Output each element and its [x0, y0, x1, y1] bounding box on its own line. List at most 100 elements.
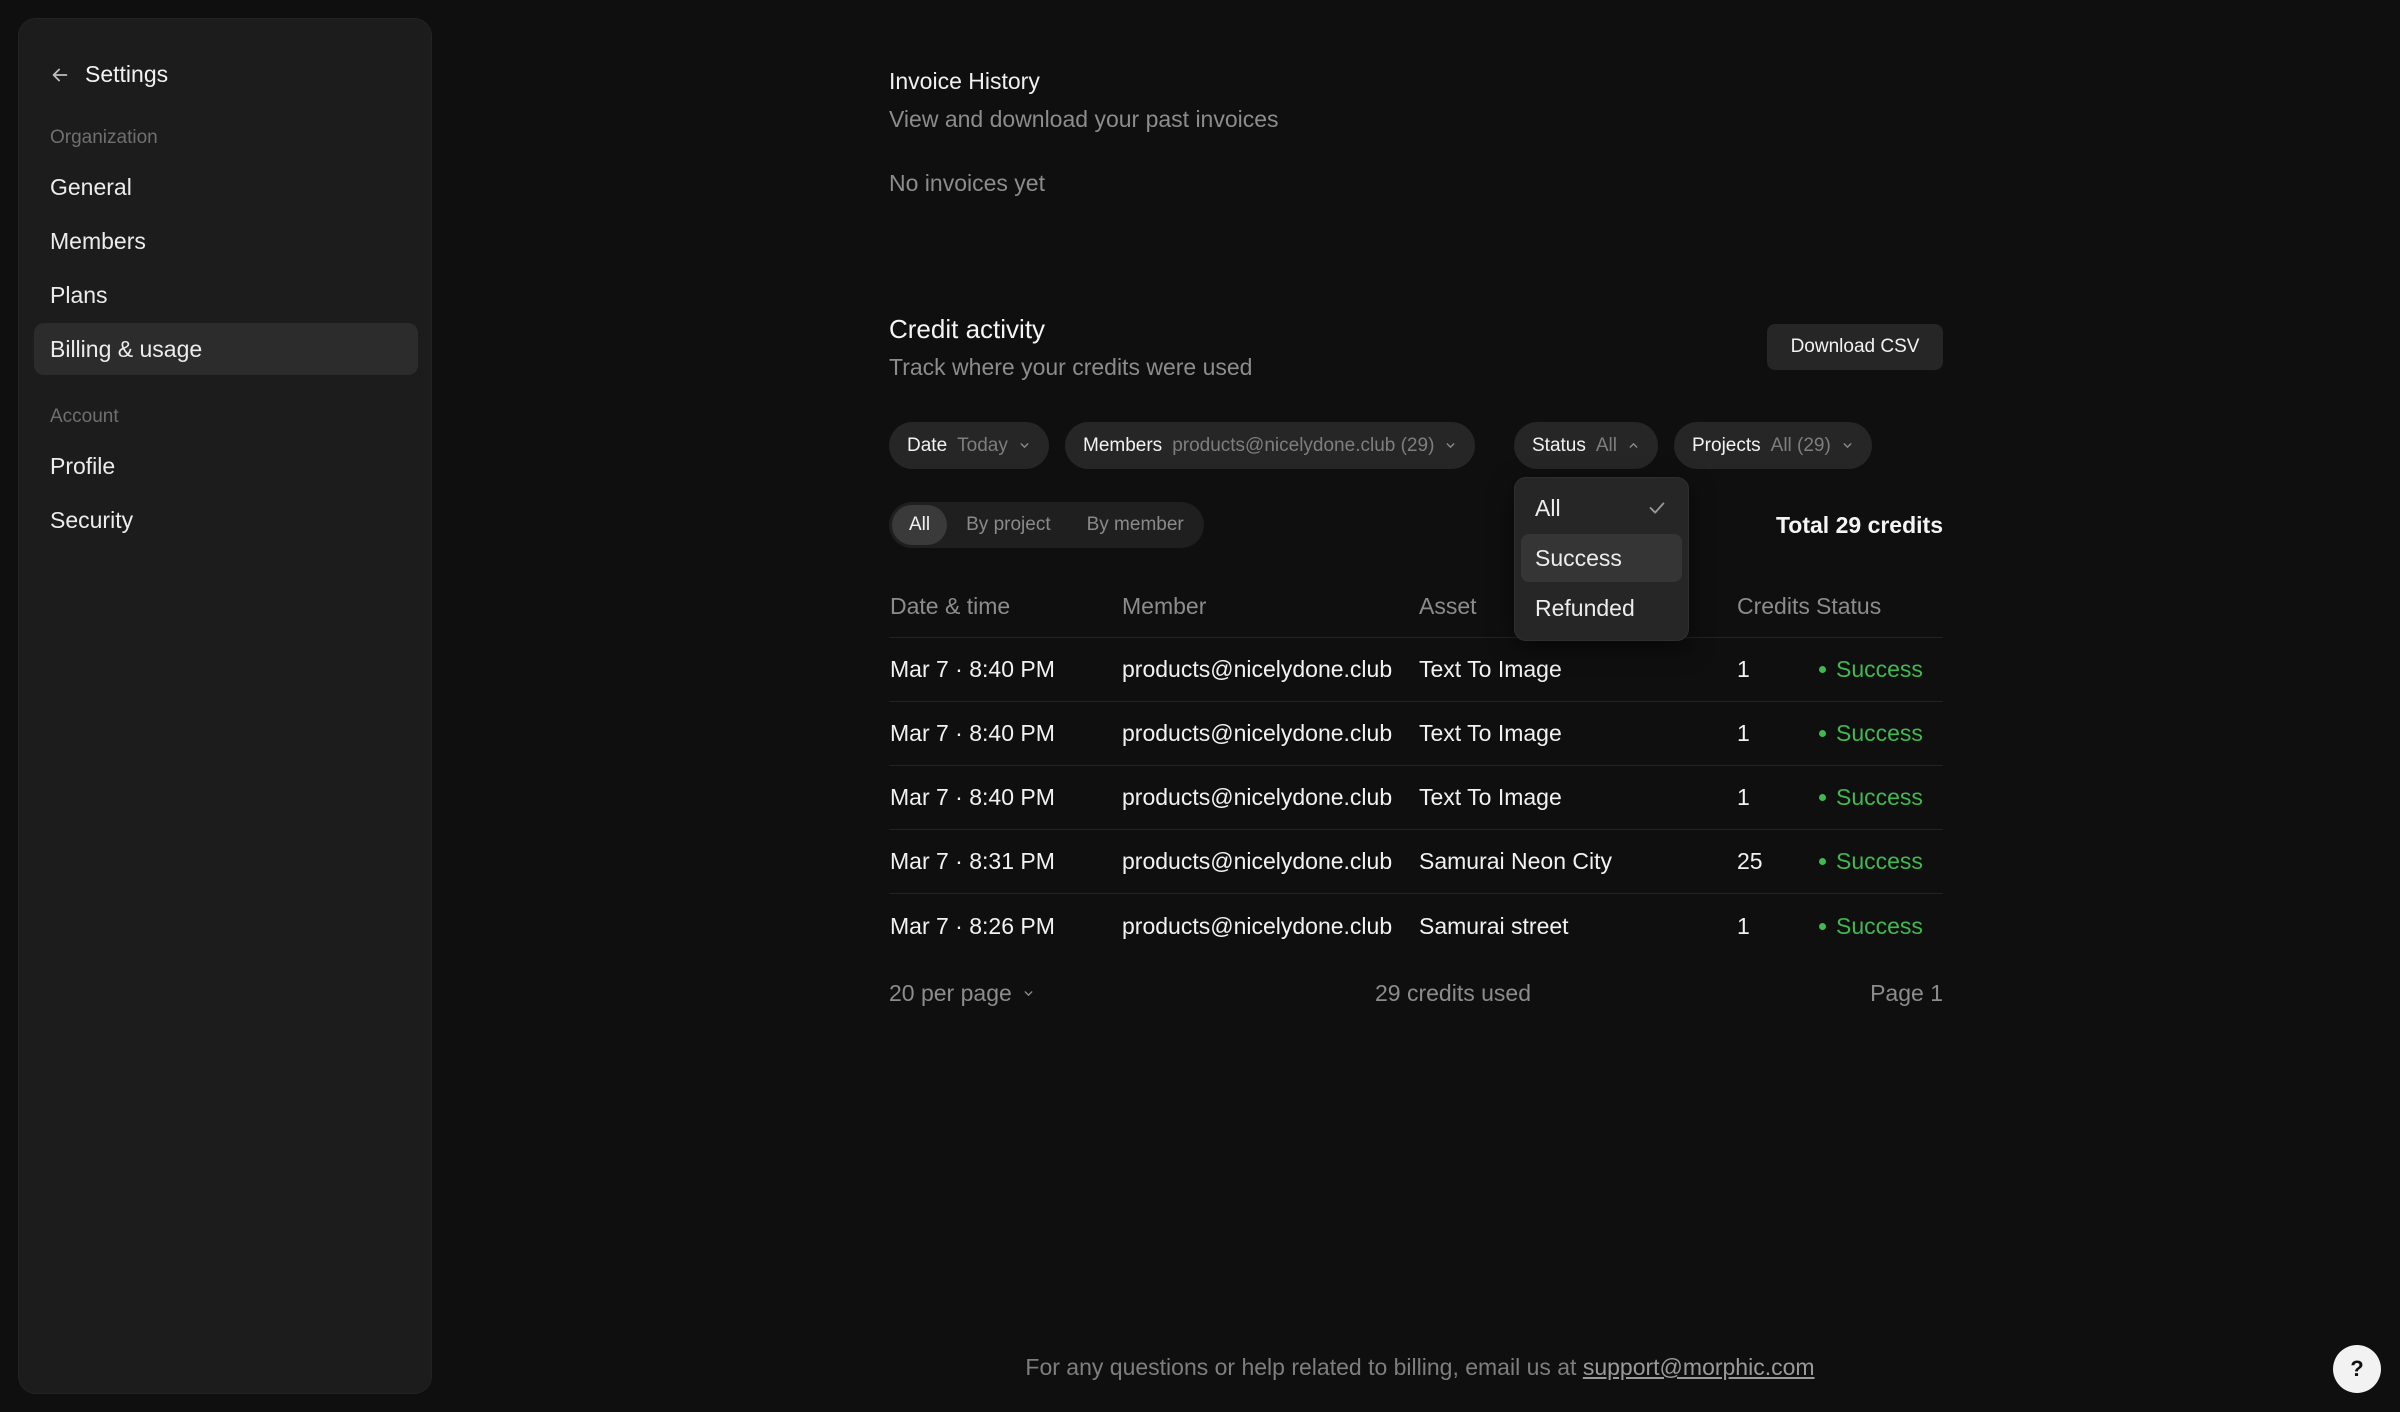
- column-header-status[interactable]: Status: [1816, 576, 1881, 637]
- filter-date-value: Today: [957, 434, 1008, 456]
- help-text-body: For any questions or help related to bil…: [1025, 1354, 1577, 1380]
- chevron-down-icon: [1024, 991, 1033, 997]
- cell-asset: Samurai Neon City: [1419, 848, 1613, 874]
- option-label: All: [1535, 494, 1561, 521]
- column-header-asset[interactable]: Asset: [1419, 576, 1477, 637]
- table-row[interactable]: Mar 7 · 8:40 PM products@nicelydone.club…: [889, 766, 1943, 830]
- chevron-down-icon: [1446, 443, 1455, 449]
- settings-sidebar: Settings Organization General Members Pl…: [18, 18, 432, 1394]
- sidebar-item-label: Billing & usage: [50, 335, 203, 362]
- cell-status: Success: [1819, 894, 1923, 958]
- status-dot-icon: [1819, 858, 1826, 865]
- invoice-history-title: Invoice History: [889, 68, 1040, 94]
- tab-all[interactable]: All: [892, 505, 948, 545]
- page-indicator: Page 1: [1870, 980, 1943, 1006]
- status-text: Success: [1836, 848, 1923, 874]
- filter-members-value: products@nicelydone.club (29): [1172, 434, 1435, 456]
- filter-members[interactable]: Members products@nicelydone.club (29): [1065, 422, 1476, 469]
- sidebar-item-label: Security: [50, 506, 134, 533]
- cell-date: Mar 7 · 8:40 PM: [890, 784, 1055, 810]
- filter-date[interactable]: Date Today: [889, 422, 1049, 469]
- filter-projects-value: All (29): [1770, 434, 1831, 456]
- cell-credits: 25: [1737, 848, 1763, 874]
- cell-status: Success: [1819, 702, 1923, 765]
- column-header-date[interactable]: Date & time: [890, 576, 1010, 637]
- cell-date: Mar 7 · 8:26 PM: [890, 912, 1055, 939]
- download-csv-button[interactable]: Download CSV: [1767, 324, 1943, 370]
- sidebar-title: Settings: [85, 61, 169, 87]
- table-row[interactable]: Mar 7 · 8:40 PM products@nicelydone.club…: [889, 702, 1943, 766]
- option-label: Success: [1535, 544, 1622, 571]
- column-header-member[interactable]: Member: [1122, 576, 1206, 637]
- status-option-all[interactable]: All: [1521, 484, 1682, 532]
- chevron-down-icon: [1843, 443, 1852, 449]
- filter-status[interactable]: Status All: [1514, 422, 1658, 469]
- check-icon: [1649, 502, 1665, 514]
- per-page-label: 20 per page: [889, 980, 1012, 1006]
- tab-by-member[interactable]: By member: [1070, 505, 1201, 545]
- cell-member: products@nicelydone.club: [1122, 656, 1393, 682]
- billing-help-text: For any questions or help related to bil…: [0, 1354, 2400, 1381]
- column-header-credits[interactable]: Credits: [1737, 576, 1810, 637]
- status-dropdown-menu: All Success Refunded: [1514, 477, 1689, 641]
- credit-activity-subtitle: Track where your credits were used: [889, 354, 1253, 380]
- sidebar-item-members[interactable]: Members: [34, 215, 418, 267]
- credit-activity-title: Credit activity: [889, 314, 1046, 344]
- status-text: Success: [1836, 912, 1923, 939]
- table-footer: 20 per page 29 credits used Page 1: [889, 980, 1943, 1010]
- cell-credits: 1: [1737, 784, 1750, 810]
- filter-members-key: Members: [1083, 434, 1163, 456]
- back-to-settings[interactable]: Settings: [49, 61, 168, 88]
- cell-credits: 1: [1737, 656, 1750, 682]
- sidebar-item-label: Members: [50, 227, 146, 254]
- sidebar-item-security[interactable]: Security: [34, 494, 418, 546]
- cell-date: Mar 7 · 8:40 PM: [890, 656, 1055, 682]
- invoice-history-subtitle: View and download your past invoices: [889, 106, 1279, 132]
- status-text: Success: [1836, 720, 1923, 746]
- per-page-select[interactable]: 20 per page: [889, 980, 1035, 1007]
- status-dot-icon: [1819, 794, 1826, 801]
- cell-credits: 1: [1737, 720, 1750, 746]
- invoices-empty-state: No invoices yet: [889, 170, 1045, 196]
- total-credits: Total 29 credits: [1775, 512, 1943, 538]
- status-text: Success: [1836, 784, 1923, 810]
- cell-asset: Text To Image: [1419, 656, 1562, 682]
- cell-status: Success: [1819, 638, 1923, 701]
- cell-member: products@nicelydone.club: [1122, 848, 1393, 874]
- table-row[interactable]: Mar 7 · 8:26 PM products@nicelydone.club…: [889, 894, 1943, 958]
- chevron-down-icon: [1020, 443, 1029, 449]
- sidebar-item-label: Plans: [50, 281, 108, 308]
- cell-member: products@nicelydone.club: [1122, 720, 1393, 746]
- table-row[interactable]: Mar 7 · 8:31 PM products@nicelydone.club…: [889, 830, 1943, 894]
- table-row[interactable]: Mar 7 · 8:40 PM products@nicelydone.club…: [889, 638, 1943, 702]
- cell-status: Success: [1819, 766, 1923, 829]
- section-label-account: Account: [50, 406, 119, 427]
- filter-projects-key: Projects: [1692, 434, 1761, 456]
- cell-date: Mar 7 · 8:31 PM: [890, 848, 1055, 874]
- cell-credits: 1: [1737, 912, 1750, 939]
- sidebar-item-label: General: [50, 173, 132, 200]
- view-segmented-control: All By project By member: [889, 502, 1204, 548]
- cell-asset: Text To Image: [1419, 720, 1562, 746]
- filter-status-key: Status: [1532, 434, 1586, 456]
- cell-date: Mar 7 · 8:40 PM: [890, 720, 1055, 746]
- status-dot-icon: [1819, 922, 1826, 930]
- sidebar-item-general[interactable]: General: [34, 161, 418, 213]
- credits-used-summary: 29 credits used: [1375, 980, 1531, 1006]
- status-dot-icon: [1819, 666, 1826, 673]
- table-header: Date & time Member Asset Credits Status: [889, 576, 1943, 638]
- chevron-up-icon: [1629, 442, 1638, 448]
- status-option-refunded[interactable]: Refunded: [1521, 584, 1682, 632]
- sidebar-item-profile[interactable]: Profile: [34, 440, 418, 492]
- sidebar-item-billing-usage[interactable]: Billing & usage: [34, 323, 418, 375]
- tab-by-project[interactable]: By project: [949, 505, 1067, 545]
- filter-projects[interactable]: Projects All (29): [1674, 422, 1872, 469]
- cell-status: Success: [1819, 830, 1923, 893]
- status-dot-icon: [1819, 730, 1826, 737]
- cell-member: products@nicelydone.club: [1122, 784, 1393, 810]
- help-button[interactable]: ?: [2333, 1345, 2381, 1393]
- status-option-success[interactable]: Success: [1521, 534, 1682, 582]
- cell-asset: Text To Image: [1419, 784, 1562, 810]
- support-email-link[interactable]: support@morphic.com: [1583, 1354, 1815, 1380]
- sidebar-item-plans[interactable]: Plans: [34, 269, 418, 321]
